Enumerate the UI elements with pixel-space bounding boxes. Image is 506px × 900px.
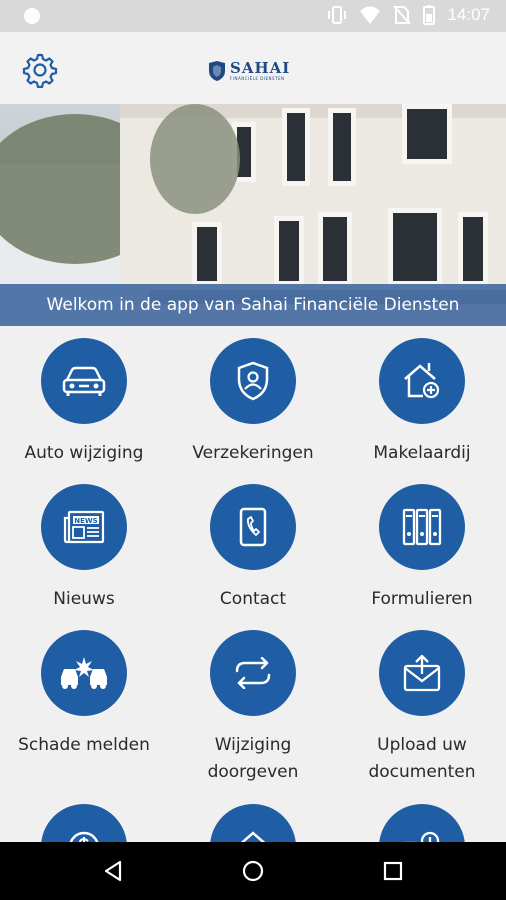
logo-text: SAHAI bbox=[230, 59, 291, 77]
menu-item-schade-melden[interactable]: Schade melden bbox=[0, 630, 168, 759]
svg-text:NEWS: NEWS bbox=[74, 517, 97, 525]
menu-item-label: Contact bbox=[219, 589, 287, 609]
menu-item-label: Auto wijziging bbox=[24, 443, 144, 463]
menu-item-label: Formulieren bbox=[371, 589, 473, 609]
house-icon bbox=[240, 831, 266, 842]
newspaper-icon: NEWS bbox=[63, 510, 105, 544]
binders-icon bbox=[402, 508, 442, 546]
gear-icon[interactable] bbox=[22, 52, 58, 88]
app-bar: SAHAI FINANCIËLE DIENSTEN bbox=[0, 32, 506, 104]
recents-icon[interactable] bbox=[380, 858, 406, 884]
status-bar: 14:07 bbox=[0, 0, 506, 32]
menu-item-label: Wijziging doorgeven bbox=[207, 735, 299, 782]
clock: 14:07 bbox=[447, 5, 490, 24]
menu-item-makelaardij[interactable]: Makelaardij bbox=[338, 338, 506, 467]
menu-item-contact[interactable]: Contact bbox=[169, 484, 337, 613]
menu-item-label: Makelaardij bbox=[373, 443, 471, 463]
menu-item-upload-documenten[interactable]: Upload uw documenten bbox=[338, 630, 506, 786]
vibrate-icon bbox=[328, 6, 347, 24]
refresh-arrows-icon bbox=[235, 657, 271, 689]
menu-grid: Auto wijziging Verzekeringen Makelaardij bbox=[0, 326, 506, 842]
money-icon bbox=[69, 831, 99, 842]
menu-item-label: Upload uw documenten bbox=[368, 735, 476, 782]
menu-item-auto-wijziging[interactable]: Auto wijziging bbox=[0, 338, 168, 467]
shield-person-icon bbox=[237, 361, 269, 401]
status-icons: 14:07 bbox=[327, 5, 490, 25]
house-plus-icon bbox=[404, 363, 440, 399]
car-crash-icon bbox=[61, 657, 107, 689]
car-icon bbox=[62, 366, 106, 396]
envelope-upload-icon bbox=[403, 654, 441, 692]
battery-icon bbox=[423, 5, 436, 25]
menu-item-label: Schade melden bbox=[18, 735, 150, 755]
menu-item-label: Nieuws bbox=[53, 589, 115, 609]
menu-item-nieuws[interactable]: NEWS Nieuws bbox=[0, 484, 168, 613]
hero-image: Welkom in de app van Sahai Financiële Di… bbox=[0, 104, 506, 326]
welcome-banner: Welkom in de app van Sahai Financiële Di… bbox=[0, 284, 506, 326]
logo-shield-icon bbox=[209, 61, 225, 81]
back-icon[interactable] bbox=[100, 858, 126, 884]
wifi-icon bbox=[360, 6, 381, 24]
menu-item-wijziging-doorgeven[interactable]: Wijziging doorgeven bbox=[169, 630, 337, 786]
no-sim-icon bbox=[393, 5, 412, 25]
menu-item-verzekeringen[interactable]: Verzekeringen bbox=[169, 338, 337, 467]
system-nav-bar bbox=[0, 842, 506, 900]
menu-item-info[interactable] bbox=[338, 804, 506, 842]
phone-icon bbox=[239, 507, 267, 547]
app-logo: SAHAI FINANCIËLE DIENSTEN bbox=[208, 61, 290, 81]
menu-item-house[interactable] bbox=[169, 804, 337, 842]
logo-subtext: FINANCIËLE DIENSTEN bbox=[230, 76, 285, 81]
info-icon bbox=[404, 831, 440, 842]
notification-icon bbox=[24, 8, 40, 24]
menu-item-money[interactable] bbox=[0, 804, 168, 842]
menu-item-formulieren[interactable]: Formulieren bbox=[338, 484, 506, 613]
home-icon[interactable] bbox=[240, 858, 266, 884]
menu-item-label: Verzekeringen bbox=[192, 443, 314, 463]
